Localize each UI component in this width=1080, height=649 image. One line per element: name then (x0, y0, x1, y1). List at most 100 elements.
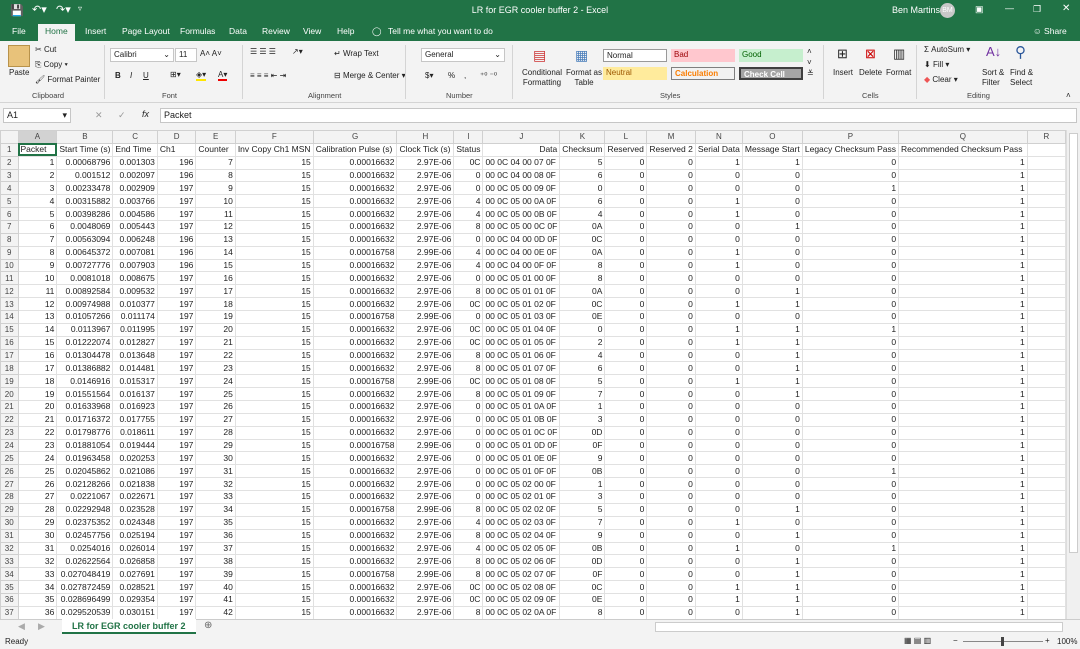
bold-button[interactable]: B (115, 71, 121, 80)
cell[interactable]: 00 0C 05 00 09 0F (482, 181, 561, 196)
cell[interactable]: 0 (604, 528, 648, 543)
cell[interactable]: 0.018611 (112, 425, 158, 440)
cell[interactable]: 0 (741, 258, 803, 273)
cell[interactable]: 0.02457756 (56, 528, 114, 543)
cell[interactable]: 0 (604, 387, 648, 402)
cell[interactable] (1026, 490, 1067, 504)
cell[interactable]: 0 (604, 438, 648, 453)
cell[interactable]: 39 (195, 567, 236, 582)
cell[interactable]: 8 (559, 258, 606, 273)
cell[interactable]: 15 (234, 258, 314, 273)
cell[interactable]: 9 (195, 181, 236, 196)
cell[interactable]: 0.00016632 (312, 348, 398, 363)
cell[interactable]: 8 (453, 284, 484, 299)
cell[interactable]: 0.00016758 (312, 245, 398, 260)
cell[interactable]: 8 (453, 361, 484, 376)
cell[interactable] (1026, 297, 1067, 312)
cell[interactable]: 2.97E-06 (396, 168, 455, 183)
cell[interactable]: 15 (234, 245, 314, 260)
cell[interactable]: 197 (156, 335, 197, 350)
tab-data[interactable]: Data (229, 26, 247, 36)
cell[interactable]: 0 (604, 181, 648, 196)
cell[interactable]: 1 (694, 245, 743, 260)
cell[interactable]: 15 (234, 515, 314, 530)
cell[interactable]: 0 (646, 464, 696, 479)
row-header[interactable]: 1 (0, 142, 19, 157)
cell[interactable]: 0 (801, 400, 900, 414)
cell[interactable]: 0 (741, 451, 803, 466)
cell[interactable]: 197 (156, 220, 197, 234)
cell[interactable]: 0 (694, 271, 743, 286)
cell[interactable]: 0A (559, 220, 606, 234)
cell[interactable]: 0A (559, 245, 606, 260)
cell[interactable]: 0 (741, 310, 803, 324)
copy-button[interactable]: ⎘ Copy ▾ (35, 60, 68, 70)
cut-button[interactable]: ✂ Cut (35, 45, 56, 54)
cell[interactable]: 0 (604, 592, 648, 607)
add-sheet-icon[interactable]: ⊕ (204, 620, 212, 631)
cell[interactable]: 0 (801, 554, 900, 569)
number-format-select[interactable]: General ⌄ (421, 48, 505, 62)
cell[interactable]: 34 (17, 580, 58, 594)
cell[interactable]: 6 (559, 194, 606, 209)
cell[interactable]: 0 (453, 490, 484, 504)
cell[interactable]: 1 (898, 297, 1028, 312)
cell[interactable]: 0 (646, 220, 696, 234)
cell[interactable]: 00 0C 05 01 0B 0F (482, 412, 561, 427)
cell[interactable] (1026, 361, 1067, 376)
row-header[interactable]: 15 (0, 322, 19, 337)
cell[interactable]: 0 (604, 271, 648, 286)
cell[interactable]: 0 (801, 451, 900, 466)
cell[interactable]: 15 (234, 425, 314, 440)
cell[interactable]: 0.008675 (112, 271, 158, 286)
cell[interactable]: 0.029354 (112, 592, 158, 607)
cell[interactable]: 1 (694, 515, 743, 530)
cell[interactable]: 2.99E-06 (396, 374, 455, 389)
cell[interactable]: 1 (17, 155, 58, 170)
avatar[interactable]: BM (940, 3, 955, 18)
cell[interactable]: 16 (17, 348, 58, 363)
row-header[interactable]: 20 (0, 387, 19, 402)
column-header[interactable]: B (56, 130, 114, 144)
cell[interactable]: 0 (604, 348, 648, 363)
cell[interactable]: 0 (646, 438, 696, 453)
column-header[interactable]: M (646, 130, 696, 144)
cell[interactable]: 0 (604, 310, 648, 324)
cell[interactable]: 0 (801, 194, 900, 209)
cell[interactable]: 1 (898, 348, 1028, 363)
cell[interactable]: 0.00315882 (56, 194, 114, 209)
formula-input[interactable]: Packet (160, 108, 1077, 123)
cell[interactable]: 12 (17, 297, 58, 312)
cell[interactable]: 197 (156, 502, 197, 517)
cell[interactable]: 15 (234, 168, 314, 183)
cell[interactable]: 20 (195, 322, 236, 337)
cell[interactable]: 196 (156, 155, 197, 170)
prev-sheet-icon[interactable]: ◀ (18, 621, 25, 632)
cell[interactable]: 0 (741, 515, 803, 530)
cell[interactable]: 2.97E-06 (396, 425, 455, 440)
cell[interactable]: 0F (559, 567, 606, 582)
cell[interactable]: 1 (898, 387, 1028, 402)
vertical-align-icons[interactable]: ☰ ☰ ☰ (250, 47, 276, 56)
cell[interactable]: 0D (559, 554, 606, 569)
horizontal-scrollbar[interactable] (655, 622, 1063, 632)
cell[interactable]: 2.97E-06 (396, 284, 455, 299)
tab-file[interactable]: File (12, 26, 26, 36)
cell[interactable]: 8 (17, 245, 58, 260)
cell[interactable] (1026, 322, 1067, 337)
cell[interactable]: 00 0C 05 00 0A 0F (482, 194, 561, 209)
cell[interactable]: 196 (156, 232, 197, 247)
cell[interactable]: 0.005443 (112, 220, 158, 234)
column-header[interactable]: A (17, 130, 58, 144)
cell[interactable]: 30 (17, 528, 58, 543)
cell[interactable]: 0 (604, 541, 648, 556)
paste-icon[interactable] (8, 45, 30, 67)
cell[interactable]: 0C (453, 374, 484, 389)
cell[interactable]: 0 (604, 490, 648, 504)
cell[interactable]: 0 (801, 567, 900, 582)
cell[interactable]: 00 0C 05 01 03 0F (482, 310, 561, 324)
cell[interactable]: 22 (195, 348, 236, 363)
cell[interactable]: 0.027691 (112, 567, 158, 582)
cell[interactable]: 196 (156, 245, 197, 260)
cell[interactable]: 1 (898, 310, 1028, 324)
